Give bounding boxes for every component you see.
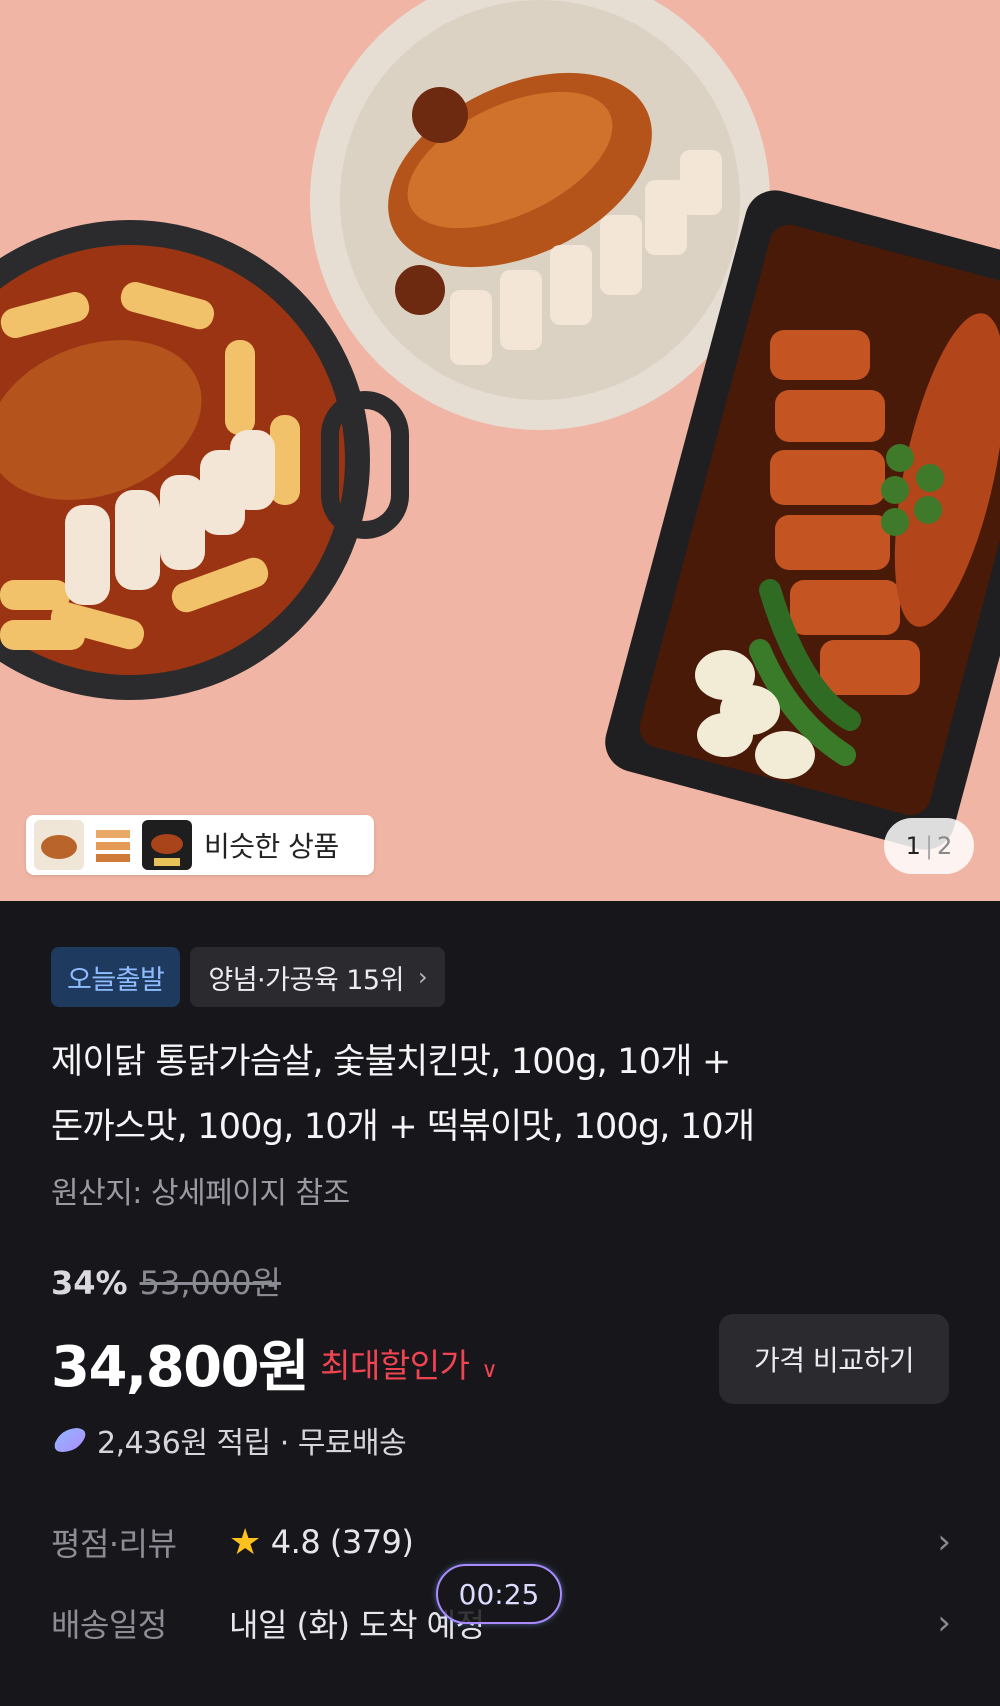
rating-label: 평점·리뷰 [51,1525,177,1563]
discount-row: 34% 53,000원 [51,1258,281,1304]
similar-products-button[interactable]: 비슷한 상품 [26,815,374,875]
price-compare-button[interactable]: 가격 비교하기 [719,1314,949,1404]
similar-products-label: 비슷한 상품 [204,830,339,863]
product-title-line-2: 돈까스맛, 100g, 10개 + 떡볶이맛, 100g, 10개 [51,1107,755,1147]
image-pager: 1 | 2 [884,818,974,874]
badge-row: 오늘출발 양념·가공육 15위 › [51,947,446,1007]
product-photo [0,0,1000,850]
chevron-right-icon: › [937,1603,951,1643]
pager-total: 2 [937,832,953,860]
category-rank-label: 양념·가공육 15위 [208,964,404,996]
today-departure-badge: 오늘출발 [51,947,181,1007]
chevron-right-icon: › [937,1522,951,1562]
similar-thumb-3 [142,820,192,870]
sale-price: 34,800원 [51,1335,310,1400]
discount-rate: 34% [51,1264,128,1302]
similar-thumb-2 [88,820,138,870]
category-rank-badge[interactable]: 양념·가공육 15위 › [190,947,446,1007]
reward-row: 2,436원 적립 · 무료배송 [51,1418,407,1462]
original-price: 53,000원 [139,1264,282,1302]
reward-text: 2,436원 적립 · 무료배송 [97,1426,407,1461]
chevron-right-icon: › [417,963,428,991]
star-icon: ★ [229,1521,261,1563]
similar-thumb-1 [34,820,84,870]
product-image-carousel[interactable]: 비슷한 상품 1 | 2 [0,0,1000,901]
price-row: 34,800원 최대할인가 ∨ [51,1322,498,1403]
pager-current: 1 [905,832,921,860]
max-discount-toggle[interactable]: 최대할인가 ∨ [320,1339,497,1387]
delivery-label: 배송일정 [51,1606,167,1644]
pager-separator: | [924,832,934,860]
max-discount-label: 최대할인가 [320,1345,470,1385]
product-title: 제이닭 통닭가슴살, 숯불치킨맛, 100g, 10개 + 돈까스맛, 100g… [51,1030,951,1160]
product-title-line-1: 제이닭 통닭가슴살, 숯불치킨맛, 100g, 10개 + [51,1042,731,1082]
rating-value: 4.8 (379) [270,1523,414,1561]
rating-review-row[interactable]: 평점·리뷰 ★ 4.8 (379) › [51,1512,951,1572]
origin-info: 원산지: 상세페이지 참조 [51,1176,350,1211]
countdown-timer: 00:25 [436,1564,562,1624]
chevron-down-icon: ∨ [481,1357,498,1383]
gem-icon [54,1428,86,1452]
